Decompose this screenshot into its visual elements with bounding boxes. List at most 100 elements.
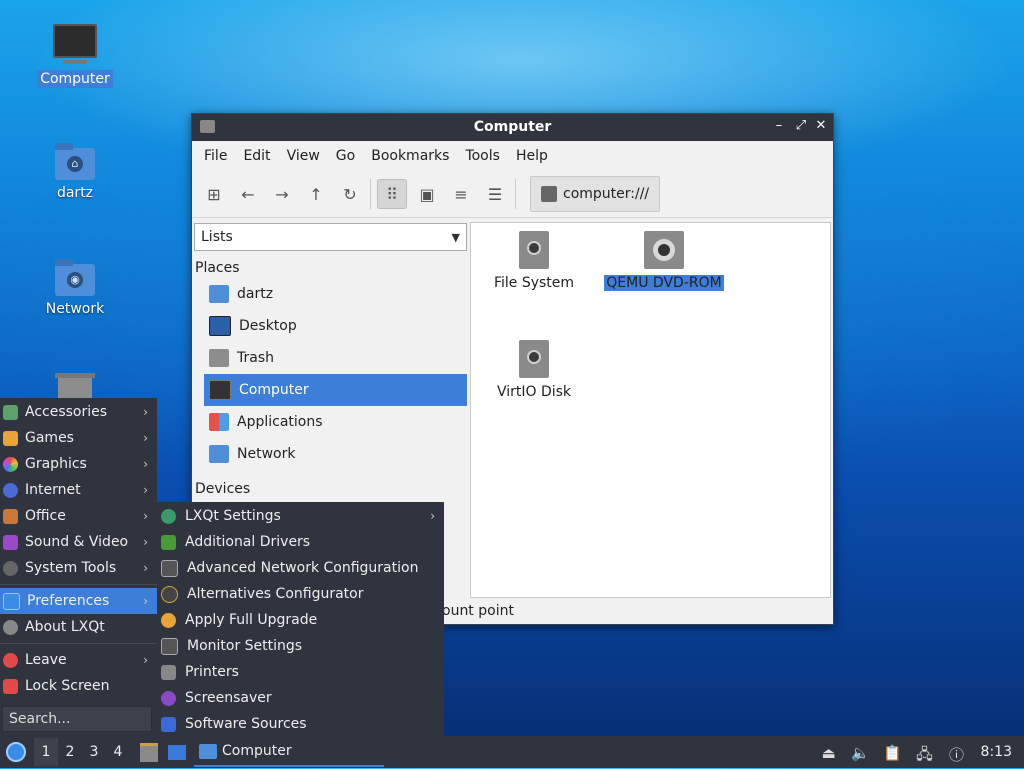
submenu-item-full-upgrade[interactable]: Apply Full Upgrade [157,607,444,633]
file-item-file-system[interactable]: File System [479,231,589,291]
submenu-item-alternatives[interactable]: Alternatives Configurator [157,581,444,607]
place-computer[interactable]: Computer [204,374,467,406]
menu-separator [0,643,157,644]
submenu-item-additional-drivers[interactable]: Additional Drivers [157,529,444,555]
lock-icon [3,678,18,694]
menu-item-label: Screensaver [185,690,272,706]
menu-item-label: Graphics [25,456,87,472]
detailed-list-view-icon[interactable]: ☰ [481,180,509,208]
submenu-item-software-sources[interactable]: Software Sources [157,711,444,737]
icon-view-icon[interactable]: ⠿ [377,179,407,209]
submenu-item-screensaver[interactable]: Screensaver [157,685,444,711]
accessories-icon [3,404,18,420]
main-menu-button[interactable] [6,742,26,762]
menu-item-office[interactable]: Office › [0,503,157,529]
place-dartz[interactable]: dartz [204,278,467,310]
menu-item-label: Monitor Settings [187,638,303,654]
place-label: dartz [237,286,274,302]
submenu-item-network-config[interactable]: Advanced Network Configuration [157,555,444,581]
menu-item-sound-video[interactable]: Sound & Video › [0,529,157,555]
eject-icon[interactable]: ⏏ [819,744,839,762]
search-placeholder: Search... [9,711,71,727]
place-label: Computer [239,382,309,398]
menu-help[interactable]: Help [508,148,556,164]
menu-item-games[interactable]: Games › [0,425,157,451]
menu-search-input[interactable]: Search... [2,706,152,732]
location-bar[interactable]: computer:/// [530,176,661,212]
chevron-right-icon: › [143,483,148,497]
menu-item-label: Additional Drivers [185,534,311,550]
menu-item-label: Accessories [25,404,108,420]
preferences-icon [3,592,20,610]
file-item-label: VirtIO Disk [496,384,572,400]
submenu-item-printers[interactable]: Printers [157,659,444,685]
games-icon [3,430,18,446]
volume-icon[interactable]: 🔈 [851,744,871,762]
file-item-virtio-disk[interactable]: VirtIO Disk [479,340,589,400]
menu-item-graphics[interactable]: Graphics › [0,451,157,477]
update-notification-icon[interactable]: ⓘ [947,744,967,764]
reload-icon[interactable]: ↻ [336,180,364,208]
location-path: computer:/// [563,186,650,202]
workspace-1[interactable]: 1 [34,738,58,766]
menu-file[interactable]: File [196,148,235,164]
menu-item-label: Printers [185,664,239,680]
desktop-icon-dartz[interactable]: ⌂ dartz [30,143,120,202]
menu-item-label: Apply Full Upgrade [185,612,318,628]
menu-item-about[interactable]: About LXQt [0,614,157,640]
close-button[interactable]: ✕ [813,118,829,133]
compact-view-icon[interactable]: ≡ [447,180,475,208]
menu-tools[interactable]: Tools [457,148,508,164]
menu-item-preferences[interactable]: Preferences › [0,588,157,614]
menu-item-lock-screen[interactable]: Lock Screen [0,673,157,699]
workspace-4[interactable]: 4 [106,744,130,760]
chevron-right-icon: › [143,405,148,419]
menu-separator [0,584,157,585]
place-trash[interactable]: Trash [204,342,467,374]
desktop-icon-computer[interactable]: Computer [30,24,120,88]
file-item-label: File System [493,275,575,291]
clock[interactable]: 8:13 [981,744,1012,760]
desktop-icon-label: Computer [37,70,113,88]
taskbar-button-computer[interactable]: Computer [194,737,384,767]
menu-item-system-tools[interactable]: System Tools › [0,555,157,581]
menu-item-leave[interactable]: Leave › [0,647,157,673]
network-icon [161,559,178,577]
submenu-item-lxqt-settings[interactable]: LXQt Settings › [157,503,444,529]
new-tab-icon[interactable]: ⊞ [200,180,228,208]
desktop-icon-network[interactable]: ◉ Network [30,259,120,318]
clipboard-icon[interactable]: 📋 [883,744,903,762]
file-item-label: QEMU DVD-ROM [604,275,724,291]
title-bar[interactable]: Computer – ⤢ ✕ [192,114,833,141]
menu-item-internet[interactable]: Internet › [0,477,157,503]
menu-item-label: Software Sources [185,716,307,732]
menu-edit[interactable]: Edit [235,148,278,164]
submenu-item-monitor-settings[interactable]: Monitor Settings [157,633,444,659]
file-item-dvd-rom[interactable]: QEMU DVD-ROM [599,231,729,291]
menu-item-label: Office [25,508,66,524]
workspace-3[interactable]: 3 [82,744,106,760]
show-desktop-icon[interactable] [168,744,186,760]
place-label: Desktop [239,318,297,334]
forward-arrow-icon[interactable]: → [268,180,296,208]
side-pane-mode-select[interactable]: Lists ▼ [194,223,467,251]
task-label: Computer [222,743,292,759]
file-manager-launcher-icon[interactable] [140,742,158,762]
thumbnail-view-icon[interactable]: ▣ [413,180,441,208]
network-status-icon[interactable]: 🖧 [915,744,935,763]
place-network[interactable]: Network [204,438,467,470]
minimize-button[interactable]: – [771,118,787,133]
toolbar: ⊞ ← → ↑ ↻ ⠿ ▣ ≡ ☰ computer:/// [192,171,833,218]
menu-view[interactable]: View [279,148,328,164]
back-arrow-icon[interactable]: ← [234,180,262,208]
menu-item-accessories[interactable]: Accessories › [0,399,157,425]
up-arrow-icon[interactable]: ↑ [302,180,330,208]
menu-go[interactable]: Go [328,148,363,164]
place-desktop[interactable]: Desktop [204,310,467,342]
place-applications[interactable]: Applications [204,406,467,438]
menu-bookmarks[interactable]: Bookmarks [363,148,457,164]
menu-item-label: Lock Screen [25,678,110,694]
maximize-button[interactable]: ⤢ [793,118,809,133]
workspace-2[interactable]: 2 [58,744,82,760]
file-view[interactable]: File System QEMU DVD-ROM VirtIO Disk [470,222,831,598]
